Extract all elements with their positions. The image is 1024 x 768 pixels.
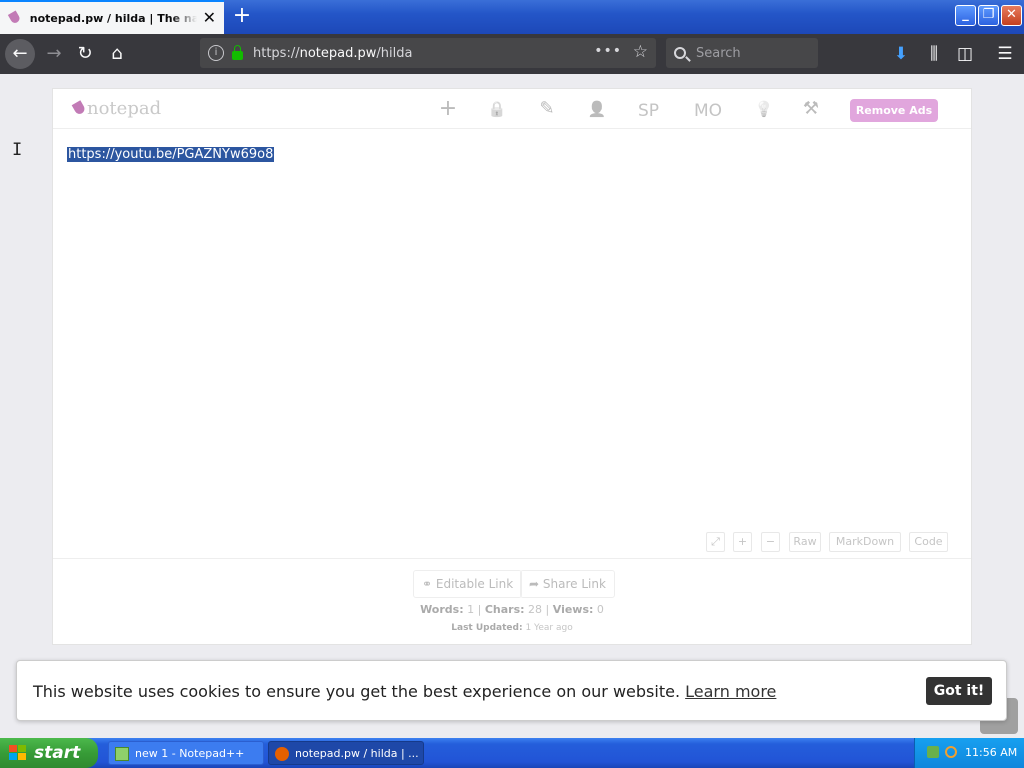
url-path: /hilda [376,45,413,61]
page-actions-icon[interactable]: ••• [594,43,622,59]
task-label: new 1 - Notepad++ [135,747,245,760]
logo-mark-icon [73,102,85,116]
stats-sep: | [477,603,482,616]
link-icon: ⚭ [422,577,436,591]
views-label: Views: [552,603,594,616]
system-tray: 11:56 AM [914,738,1024,768]
words-count: 1 [467,603,475,616]
notepad-logo[interactable]: notepad [73,98,161,119]
close-tab-icon[interactable]: ✕ [203,10,216,26]
pencil-icon[interactable]: ✎ [533,99,561,119]
task-label: notepad.pw / hilda | ... [295,747,419,760]
chars-count: 28 [528,603,543,616]
clock[interactable]: 11:56 AM [965,746,1017,759]
got-it-button[interactable]: Got it! [926,677,992,705]
editable-link-label: Editable Link [435,577,514,591]
start-button[interactable]: start [0,738,98,768]
network-icon[interactable] [927,746,939,758]
search-icon [674,47,686,59]
taskbar: start new 1 - Notepad++ notepad.pw / hil… [0,738,1024,768]
new-tab-button[interactable]: + [230,5,254,29]
search-input[interactable]: Search [666,38,818,68]
cookie-message: This website uses cookies to ensure you … [33,682,681,701]
navigation-toolbar: ← → ↻ ⌂ i https://notepad.pw/hilda ••• ☆… [0,34,1024,74]
notepad-panel: notepad + 🔒 ✎ 👤 SP MO 💡 ⚒ Remove Ads htt… [52,88,972,645]
note-text-selected[interactable]: https://youtu.be/PGAZNYw69o8 [67,147,275,162]
tools-icon[interactable]: ⚒ [797,99,825,119]
firefox-icon [275,747,289,761]
last-updated: Last Updated: 1 Year ago [53,623,971,633]
share-link-label: Share Link [542,577,606,591]
zoom-out-button[interactable]: − [761,532,780,552]
url-domain: notepad.pw [299,45,377,61]
library-icon[interactable]: ⫼ [921,41,947,67]
taskbar-item-firefox[interactable]: notepad.pw / hilda | ... [268,741,424,765]
forward-button[interactable]: → [39,39,69,69]
markdown-button[interactable]: MarkDown [829,532,901,552]
note-stats: Words: 1 | Chars: 28 | Views: 0 [53,603,971,616]
hamburger-menu-icon[interactable]: ☰ [992,41,1018,67]
cookie-message-line: This website uses cookies to ensure you … [33,682,776,701]
reload-button[interactable]: ↻ [70,39,100,69]
downloads-icon[interactable]: ⬇ [888,41,914,67]
remove-ads-button[interactable]: Remove Ads [850,99,938,122]
raw-button[interactable]: Raw [789,532,821,552]
minimize-window-button[interactable]: _ [955,5,976,26]
title-bar: notepad.pw / hilda | The napkin of the i… [0,0,1024,34]
taskbar-item-notepadpp[interactable]: new 1 - Notepad++ [108,741,264,765]
notepadpp-icon [115,747,129,761]
home-button[interactable]: ⌂ [102,39,132,69]
footer-divider [53,558,971,559]
monospace-toggle[interactable]: MO [694,101,722,121]
share-link-button[interactable]: ➦ Share Link [520,570,615,598]
cookie-banner: This website uses cookies to ensure you … [16,660,1007,721]
expand-button[interactable]: ⤢ [706,532,725,552]
search-placeholder: Search [696,45,741,61]
browser-tab[interactable]: notepad.pw / hilda | The napkin of the i… [0,0,224,34]
stats-sep: | [545,603,550,616]
notepad-favicon-icon [8,12,22,24]
share-icon: ➦ [529,577,543,591]
close-window-button[interactable]: ✕ [1001,5,1022,26]
last-updated-label: Last Updated: [451,623,523,633]
screen: notepad.pw / hilda | The napkin of the i… [0,0,1024,768]
user-icon[interactable]: 👤 [583,99,611,119]
back-button[interactable]: ← [5,39,35,69]
views-count: 0 [596,603,604,616]
secure-lock-icon [232,44,243,60]
search-tray-icon[interactable] [945,746,957,758]
words-label: Words: [420,603,464,616]
notepad-header: notepad + 🔒 ✎ 👤 SP MO 💡 ⚒ Remove Ads [53,89,971,129]
lock-icon[interactable]: 🔒 [483,99,511,119]
tab-title: notepad.pw / hilda | The napkin of the i… [29,11,197,25]
zoom-in-button[interactable]: + [733,532,752,552]
bookmark-star-icon[interactable]: ☆ [633,42,648,62]
text-cursor-icon: I [12,140,23,160]
spellcheck-toggle[interactable]: SP [638,101,659,121]
maximize-window-button[interactable]: ❐ [978,5,999,26]
learn-more-link[interactable]: Learn more [685,682,776,701]
logo-text: notepad [87,98,162,119]
last-updated-value: 1 Year ago [525,623,573,633]
url-prefix: https:// [253,45,300,61]
new-note-icon[interactable]: + [434,98,462,120]
chars-label: Chars: [484,603,525,616]
editable-link-button[interactable]: ⚭ Editable Link [413,570,523,598]
start-label: start [34,743,81,763]
windows-logo-icon [9,745,27,761]
code-button[interactable]: Code [909,532,948,552]
site-info-icon[interactable]: i [208,45,224,61]
url-bar[interactable]: i https://notepad.pw/hilda ••• ☆ [200,38,656,68]
lightbulb-icon[interactable]: 💡 [750,99,778,119]
sidebar-icon[interactable]: ◫ [952,41,978,67]
